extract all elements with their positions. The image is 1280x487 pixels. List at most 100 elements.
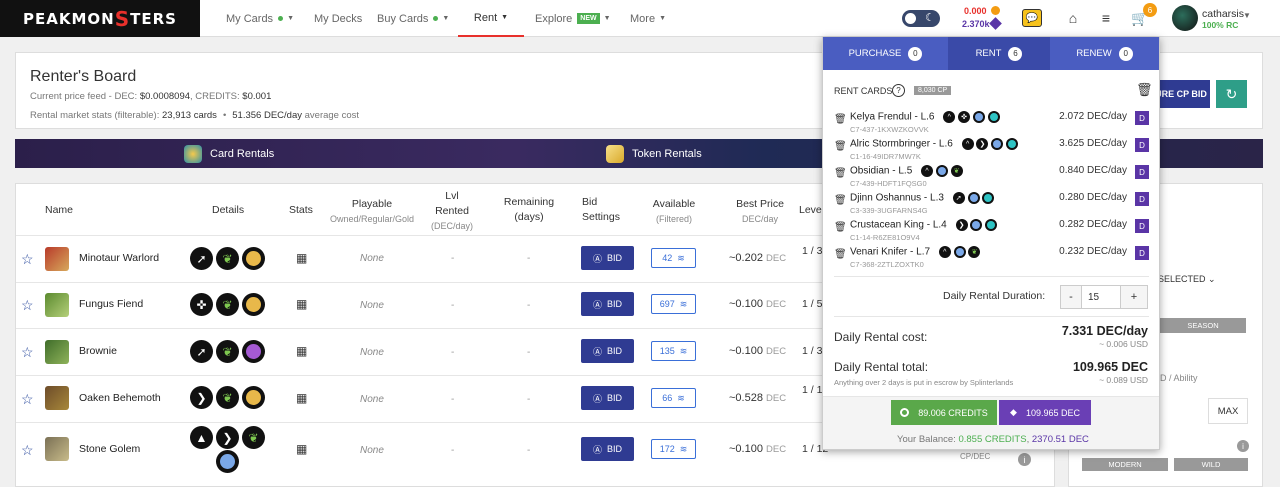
playable-value: None — [360, 445, 384, 456]
trash-icon[interactable]: 🗑 — [834, 195, 847, 206]
available-button[interactable]: 135 ≋ — [651, 341, 696, 361]
cart-item-id: C3-339-3UGFARNS4G — [850, 206, 928, 215]
favorite-star-icon[interactable]: ☆ — [21, 251, 34, 268]
available-button[interactable]: 42 ≋ — [651, 248, 696, 268]
trash-icon[interactable]: 🗑 — [834, 222, 847, 233]
selected-dropdown[interactable]: SELECTED ⌄ — [1158, 274, 1216, 285]
nav-my-decks[interactable]: My Decks — [314, 0, 362, 37]
available-button[interactable]: 172 ≋ — [651, 439, 696, 459]
magic-icon: ^ — [943, 111, 956, 123]
nav-buy-cards[interactable]: Buy Cards ▼ — [377, 0, 449, 37]
chevron-down-icon: ▼ — [603, 15, 611, 22]
stats-icon[interactable]: ▦ — [296, 344, 307, 358]
tab-token-rentals[interactable]: Token Rentals — [606, 139, 702, 168]
stats-icon[interactable]: ▦ — [296, 391, 307, 405]
bid-button[interactable]: Ⓐ BID — [581, 386, 634, 410]
duration-increment-button[interactable]: + — [1120, 285, 1148, 309]
col-remaining[interactable]: Remaining (days) — [502, 195, 556, 225]
cart-item-price: 3.625 DEC/day — [1059, 138, 1127, 149]
favorite-star-icon[interactable]: ☆ — [21, 297, 34, 314]
refresh-button[interactable]: ↻ — [1216, 80, 1247, 108]
arrow-icon: ➚ — [952, 192, 965, 204]
inbox-icon[interactable]: ⌂ — [1063, 9, 1083, 27]
bid-icon: Ⓐ — [592, 299, 602, 310]
wild-filter-button[interactable]: WILD — [1174, 458, 1248, 471]
avatar[interactable] — [1172, 5, 1198, 31]
tab-renew[interactable]: RENEW 0 — [1050, 37, 1159, 70]
stats-icon[interactable]: ▦ — [296, 251, 307, 265]
duration-decrement-button[interactable]: - — [1060, 285, 1082, 309]
remaining-value: - — [527, 445, 531, 456]
max-button[interactable]: MAX — [1208, 398, 1248, 424]
card-name[interactable]: Stone Golem — [79, 443, 140, 455]
trash-all-icon[interactable]: 🗑 — [1136, 82, 1153, 98]
help-icon[interactable]: ? — [892, 84, 905, 97]
pay-credits-button[interactable]: 89.006 CREDITS — [891, 400, 997, 425]
cp-bid-button[interactable]: URE CP BID — [1152, 80, 1210, 108]
favorite-star-icon[interactable]: ☆ — [21, 391, 34, 408]
nav-rent[interactable]: Rent ▼ — [458, 0, 524, 37]
token-rentals-icon — [606, 144, 624, 163]
col-name[interactable]: Name — [45, 203, 73, 218]
trash-icon[interactable]: 🗑 — [834, 249, 847, 260]
chevron-down-icon[interactable]: ▼ — [1243, 11, 1251, 20]
info-icon[interactable]: i — [1018, 453, 1031, 466]
col-available[interactable]: Available (Filtered) — [650, 197, 698, 227]
cart-item-id: C1-16-49IDR7MW7K — [850, 152, 921, 161]
stats-icon[interactable]: ▦ — [296, 442, 307, 456]
card-thumbnail — [45, 386, 69, 410]
divider — [834, 316, 1149, 317]
col-playable[interactable]: Playable Owned/Regular/Gold — [326, 197, 418, 227]
rented-value: - — [451, 445, 455, 456]
bid-button[interactable]: Ⓐ BID — [581, 437, 634, 461]
duration-input[interactable]: 15 — [1082, 285, 1120, 309]
available-button[interactable]: 66 ≋ — [651, 388, 696, 408]
tab-rent[interactable]: RENT 6 — [948, 37, 1050, 70]
col-stats: Stats — [289, 204, 313, 216]
nav-more[interactable]: More ▼ — [630, 0, 666, 37]
bid-button[interactable]: Ⓐ BID — [581, 339, 634, 363]
favorite-star-icon[interactable]: ☆ — [21, 442, 34, 459]
chevron-down-icon: ▼ — [659, 15, 666, 22]
playable-value: None — [360, 394, 384, 405]
rented-value: - — [451, 253, 455, 264]
trash-icon[interactable]: 🗑 — [834, 168, 847, 179]
price-feed-line: Current price feed - DEC: $0.0008094, CR… — [30, 91, 272, 102]
season-filter-button[interactable]: SEASON — [1160, 318, 1246, 333]
col-level[interactable]: Level — [799, 203, 824, 218]
chevron-down-icon: ▼ — [501, 14, 509, 21]
trash-icon[interactable]: 🗑 — [834, 141, 847, 152]
favorite-star-icon[interactable]: ☆ — [21, 344, 34, 361]
stack-icon: ≋ — [679, 298, 688, 309]
peakmonsters-logo[interactable]: PEAKMON S TERS — [0, 0, 200, 37]
info-icon[interactable]: i — [1237, 440, 1249, 452]
card-name[interactable]: Brownie — [79, 345, 117, 357]
tab-card-rentals[interactable]: Card Rentals — [184, 139, 274, 168]
dark-mode-toggle[interactable]: ☾ — [902, 10, 940, 27]
card-name[interactable]: Oaken Behemoth — [79, 392, 161, 404]
card-name[interactable]: Minotaur Warlord — [79, 252, 159, 264]
rental-total-usd: ~ 0.089 USD — [1099, 375, 1148, 385]
col-best-price[interactable]: Best Price DEC/day — [733, 197, 787, 227]
credits-icon — [991, 6, 1000, 15]
stats-icon[interactable]: ▦ — [296, 297, 307, 311]
tab-purchase[interactable]: PURCHASE 0 — [823, 37, 948, 70]
rarity-rare-icon — [972, 111, 985, 123]
rented-value: - — [451, 394, 455, 405]
chat-icon[interactable]: 💬 — [1022, 9, 1042, 27]
bid-button[interactable]: Ⓐ BID — [581, 292, 634, 316]
card-name[interactable]: Fungus Fiend — [79, 298, 143, 310]
pay-dec-button[interactable]: ◆ 109.965 DEC — [999, 400, 1091, 425]
modern-filter-button[interactable]: MODERN — [1082, 458, 1168, 471]
trash-icon[interactable]: 🗑 — [834, 114, 847, 125]
bid-icon: Ⓐ — [592, 393, 602, 404]
col-lvl-rented[interactable]: Lvl Rented (DEC/day) — [428, 189, 476, 234]
stack-icon: ≋ — [677, 392, 685, 403]
level-value: 1 / 3 — [802, 245, 823, 257]
nav-explore[interactable]: Explore NEW ▼ — [535, 0, 611, 37]
layers-icon[interactable]: ≡ — [1096, 9, 1116, 27]
available-button[interactable]: 697 ≋ — [651, 294, 696, 314]
nav-my-cards[interactable]: My Cards ▼ — [226, 0, 294, 37]
bid-button[interactable]: Ⓐ BID — [581, 246, 634, 270]
username[interactable]: catharsis — [1202, 8, 1244, 20]
